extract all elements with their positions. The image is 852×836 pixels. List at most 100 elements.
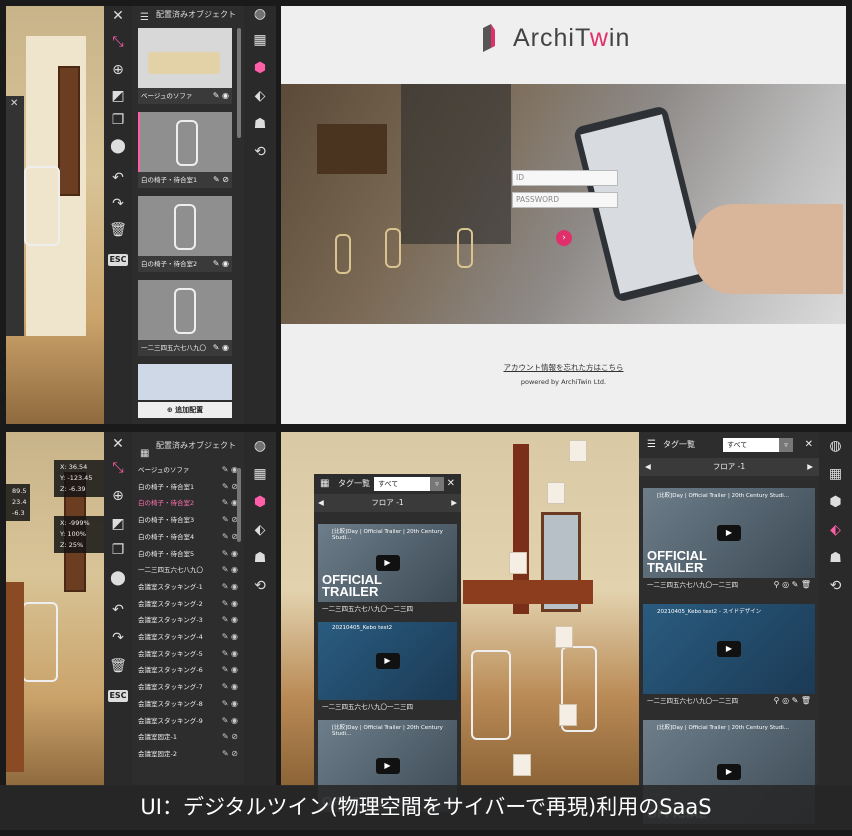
close-icon[interactable]: ✕ [108,6,128,26]
id-input[interactable]: ID [512,170,618,186]
copy-icon[interactable]: ❐ [108,110,128,130]
edit-visibility-icons[interactable]: ✎ ◉ [222,612,238,628]
object-list-row[interactable]: 会議室スタッキング-6 ✎ ◉ [138,662,238,678]
undo-icon[interactable]: ↶ [108,600,128,620]
edit-visibility-icons[interactable]: ✎ ◉ [222,696,238,712]
history-icon[interactable]: ⟲ [250,144,270,160]
edit-visibility-icons[interactable]: ✎ ◉ [222,462,238,478]
grid-icon[interactable]: ▦ [320,474,329,494]
trash-icon[interactable]: 🗑 [108,656,128,676]
cube-icon[interactable]: ⬢ [250,494,270,510]
close-icon[interactable]: ✕ [447,474,455,494]
copy-icon[interactable]: ❐ [108,540,128,560]
play-icon[interactable]: ▶ [375,758,400,774]
tag-pin-icon[interactable] [555,626,573,648]
object-list-row[interactable]: 会議室スタッキング-1 ✎ ◉ [138,579,238,595]
globe-icon[interactable]: ◍ [826,438,846,454]
object-list-row[interactable]: 会議室スタッキング-4 ✎ ◉ [138,629,238,645]
tag-pin-icon[interactable] [569,440,587,462]
history-icon[interactable]: ⟲ [826,578,846,594]
walk-icon[interactable]: ☗ [826,550,846,566]
object-list-row[interactable]: 会議室スタッキング-8 ✎ ◉ [138,696,238,712]
tag-pin-icon[interactable] [513,754,531,776]
password-input[interactable]: PASSWORD [512,192,618,208]
floor-selector[interactable]: ◀ フロア -1 ▶ [639,458,819,476]
tag-icon[interactable]: ⬖ [826,522,846,538]
edit-visibility-icons[interactable]: ✎ ◉ [222,579,238,595]
close-icon[interactable]: ✕ [108,434,128,454]
object-card-partial[interactable] [138,364,232,400]
video-tag-card[interactable]: 20210405_Kebo test2 ▶ 一二三四五六七八九〇一二三四 [318,622,457,714]
object-card[interactable]: 白の椅子・待合室1 ✎ ⊘ [138,112,232,188]
location-pin-icon[interactable]: ⬤ [108,568,128,588]
object-card[interactable]: ベージュのソファ ✎ ◉ [138,28,232,104]
object-list-row[interactable]: 白の椅子・待合室2 ✎ ◉ [138,495,238,511]
globe-icon[interactable]: ◍ [250,438,270,454]
object-list-row[interactable]: 一二三四五六七八九〇 ✎ ◉ [138,562,238,578]
rotate-icon[interactable]: ⊕ [108,60,128,80]
cube-icon[interactable]: ⬢ [826,494,846,510]
close-icon[interactable]: ✕ [10,98,18,109]
pin-location-edit-trash-icons[interactable]: ⚲ ◎ ✎ 🗑 [774,578,811,592]
object-list-row[interactable]: 会議室固定-1 ✎ ⊘ [138,729,238,745]
close-icon[interactable]: ✕ [805,432,813,458]
edit-eye-off-icons[interactable]: ✎ ⊘ [213,172,229,188]
object-list-row[interactable]: 白の椅子・待合室4 ✎ ⊘ [138,529,238,545]
edit-visibility-icons[interactable]: ✎ ◉ [222,679,238,695]
edit-visibility-icons[interactable]: ✎ ◉ [222,546,238,562]
edit-visibility-icons[interactable]: ✎ ◉ [222,713,238,729]
edit-visibility-icons[interactable]: ✎ ⊘ [222,479,238,495]
map-icon[interactable]: ▦ [250,32,270,48]
object-list-row[interactable]: 白の椅子・待合室5 ✎ ◉ [138,546,238,562]
play-icon[interactable]: ▶ [717,764,741,780]
object-list-row[interactable]: 会議室スタッキング-7 ✎ ◉ [138,679,238,695]
video-tag-card[interactable]: 20210405_Kebo test2 - スイドデザイン ▶ 一二三四五六七八九〇… [643,604,815,708]
edit-visibility-icons[interactable]: ✎ ⊘ [222,529,238,545]
video-tag-card[interactable]: [比較]Day | Official Trailer | 20th Centur… [318,524,457,616]
edit-visibility-icons[interactable]: ✎ ⊘ [222,512,238,528]
chevron-right-icon[interactable]: ▶ [807,458,813,476]
scrollbar[interactable] [237,28,241,138]
object-list-row[interactable]: 白の椅子・待合室1 ✎ ⊘ [138,479,238,495]
tag-pin-icon[interactable] [547,482,565,504]
edit-visibility-icons[interactable]: ✎ ⊘ [222,746,238,762]
globe-icon[interactable]: ◍ [250,6,270,22]
menu-icon[interactable]: ☰ [140,9,149,27]
esc-button[interactable]: ESC [108,254,128,266]
move-axes-icon[interactable]: ⤡ [108,458,128,478]
map-icon[interactable]: ▦ [826,466,846,482]
add-placement-button[interactable]: ⊕ 追加配置 [138,402,232,418]
cube-icon[interactable]: ⬢ [250,60,270,76]
play-icon[interactable]: ▶ [717,525,741,541]
play-icon[interactable]: ▶ [375,555,400,571]
history-icon[interactable]: ⟲ [250,578,270,594]
edit-visibility-icons[interactable]: ✎ ◉ [222,629,238,645]
object-list-row[interactable]: 会議室スタッキング-5 ✎ ◉ [138,646,238,662]
tag-icon[interactable]: ⬖ [250,522,270,538]
esc-button[interactable]: ESC [108,690,128,702]
scrollbar[interactable] [237,468,241,542]
object-list-row[interactable]: 白の椅子・待合室3 ✎ ⊘ [138,512,238,528]
walk-icon[interactable]: ☗ [250,116,270,132]
menu-icon[interactable]: ☰ [647,432,656,458]
login-arrow-button[interactable]: › [556,230,572,246]
edit-visibility-icons[interactable]: ✎ ◉ [222,562,238,578]
tag-filter-select[interactable]: すべて ▿ [723,438,793,452]
edit-visibility-icons[interactable]: ✎ ◉ [222,646,238,662]
scale-icon[interactable]: ◩ [108,86,128,106]
map-icon[interactable]: ▦ [250,466,270,482]
edit-visibility-icons[interactable]: ✎ ⊘ [222,729,238,745]
object-list-row[interactable]: 会議室スタッキング-2 ✎ ◉ [138,596,238,612]
redo-icon[interactable]: ↷ [108,628,128,648]
object-list-row[interactable]: 会議室スタッキング-9 ✎ ◉ [138,713,238,729]
pin-location-edit-trash-icons[interactable]: ⚲ ◎ ✎ 🗑 [774,694,811,708]
scale-icon[interactable]: ◩ [108,514,128,534]
play-icon[interactable]: ▶ [375,653,400,669]
video-thumbnail[interactable]: [比較]Day | Official Trailer | 20th Centur… [643,488,815,578]
undo-icon[interactable]: ↶ [108,168,128,188]
chevron-right-icon[interactable]: ▶ [451,494,457,512]
object-list-row[interactable]: 会議室固定-2 ✎ ⊘ [138,746,238,762]
video-thumbnail[interactable]: 20210405_Kebo test2 ▶ [318,622,457,700]
edit-visibility-icons[interactable]: ✎ ◉ [222,596,238,612]
redo-icon[interactable]: ↷ [108,194,128,214]
